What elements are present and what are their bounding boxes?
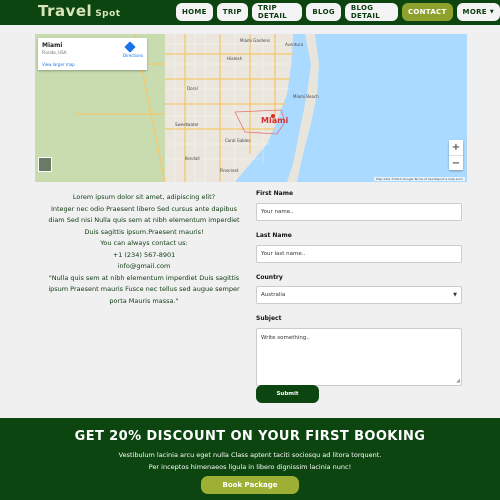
map-city-label: Miami xyxy=(261,116,289,125)
info-line: Integer nec odio Praesent libero Sed cur… xyxy=(50,204,238,213)
banner-text: Per inceptos himenaeos ligula in libero … xyxy=(148,463,352,471)
nav-item-trip[interactable]: TRIP xyxy=(216,3,248,21)
map-label-kendall: Kendall xyxy=(185,156,200,161)
nav-label: MORE xyxy=(462,8,487,16)
brand-name: Travel xyxy=(38,2,93,20)
nav-label: CONTACT xyxy=(407,8,447,16)
nav-label: TRIP xyxy=(222,8,242,16)
submit-button[interactable]: Submit xyxy=(256,385,319,403)
last-name-placeholder: Your last name.. xyxy=(261,251,306,257)
map-label-sweetwater: Sweetwater xyxy=(175,122,199,127)
caret-down-icon: ▼ xyxy=(489,9,494,15)
contact-form: First Name Your name.. Last Name Your la… xyxy=(256,190,462,403)
first-name-input[interactable]: Your name.. xyxy=(256,203,462,221)
country-select[interactable]: Australia ▼ xyxy=(256,286,462,304)
map-attribution: Map data ©2019 Google Terms of Use Repor… xyxy=(374,177,465,181)
map-label-coral-gables: Coral Gables xyxy=(225,138,251,143)
quote-line: ipsum Praesent mauris Fusce nec tellus s… xyxy=(48,285,240,293)
resize-grip-icon[interactable]: ◢ xyxy=(456,378,460,384)
map-label-pinecrest: Pinecrest xyxy=(220,168,239,173)
directions-icon[interactable] xyxy=(124,41,136,53)
zoom-out-button[interactable]: − xyxy=(449,156,463,171)
nav-label: BLOG xyxy=(312,8,335,16)
first-name-placeholder: Your name.. xyxy=(261,209,294,215)
map-zoom-controls: + − xyxy=(449,140,463,170)
nav-item-home[interactable]: HOME xyxy=(176,3,213,21)
embedded-map[interactable]: Hialeah Miami Gardens Aventura Miami Bea… xyxy=(35,34,467,182)
book-package-button[interactable]: Book Package xyxy=(201,476,299,494)
banner-title: GET 20% DISCOUNT ON YOUR FIRST BOOKING xyxy=(74,429,426,444)
contact-info: Lorem ipsum dolor sit amet, adipiscing e… xyxy=(38,192,250,307)
map-label-hialeah: Hialeah xyxy=(227,56,243,61)
nav-item-trip-detail[interactable]: TRIP DETAIL xyxy=(251,3,303,21)
info-line: You can always contact us: xyxy=(100,239,188,247)
zoom-in-button[interactable]: + xyxy=(449,140,463,155)
first-name-label: First Name xyxy=(256,190,294,197)
map-place-region: Florida, USA xyxy=(42,50,67,55)
map-label-miami-beach: Miami Beach xyxy=(293,94,319,99)
directions-link[interactable]: Directions xyxy=(123,53,143,58)
last-name-input[interactable]: Your last name.. xyxy=(256,245,462,263)
brand-suffix: Spot xyxy=(95,9,121,19)
subject-label: Subject xyxy=(256,315,282,322)
contact-email: info@gmail.com xyxy=(117,262,171,270)
subject-textarea[interactable]: Write something.. ◢ xyxy=(256,328,462,386)
caret-down-icon: ▼ xyxy=(453,292,457,298)
map-place-name: Miami xyxy=(42,42,63,49)
info-line: Duis sagittis ipsum.Praesent mauris! xyxy=(84,227,204,236)
view-larger-map-link[interactable]: View larger map xyxy=(42,62,75,67)
discount-banner: GET 20% DISCOUNT ON YOUR FIRST BOOKING V… xyxy=(0,418,500,500)
main-nav: HOME TRIP TRIP DETAIL BLOG BLOG DETAIL C… xyxy=(176,3,500,21)
nav-item-more[interactable]: MORE ▼ xyxy=(456,3,500,21)
banner-text: Vestibulum lacinia arcu eget nulla Class… xyxy=(118,451,382,459)
nav-item-blog-detail[interactable]: BLOG DETAIL xyxy=(344,3,398,21)
brand-logo[interactable]: Travel Spot xyxy=(38,2,121,23)
quote-line: "Nulla quis sem at nibh elementum imperd… xyxy=(48,273,240,282)
contact-phone: +1 (234) 567-8901 xyxy=(112,250,176,259)
map-place-card: Miami Florida, USA View larger map Direc… xyxy=(38,38,147,70)
nav-label: HOME xyxy=(182,8,207,16)
map-label-aventura: Aventura xyxy=(285,42,304,47)
nav-item-blog[interactable]: BLOG xyxy=(306,3,341,21)
info-line: diam Sed nisi Nulla quis sem at nibh ele… xyxy=(48,216,240,224)
info-line: Lorem ipsum dolor sit amet, adipiscing e… xyxy=(72,193,216,201)
country-value: Australia xyxy=(261,292,286,298)
top-navbar: Travel Spot HOME TRIP TRIP DETAIL BLOG BL… xyxy=(0,0,500,25)
nav-label: BLOG DETAIL xyxy=(350,4,380,20)
map-satellite-toggle[interactable] xyxy=(38,157,52,172)
subject-placeholder: Write something.. xyxy=(261,335,310,341)
nav-item-contact[interactable]: CONTACT xyxy=(401,3,453,21)
last-name-label: Last Name xyxy=(256,232,292,239)
nav-label: TRIP DETAIL xyxy=(257,4,287,20)
map-label-doral: Doral xyxy=(187,86,198,91)
quote-line: porta Mauris massa." xyxy=(109,296,179,305)
country-label: Country xyxy=(256,274,283,281)
map-label-miami-gardens: Miami Gardens xyxy=(240,38,271,43)
